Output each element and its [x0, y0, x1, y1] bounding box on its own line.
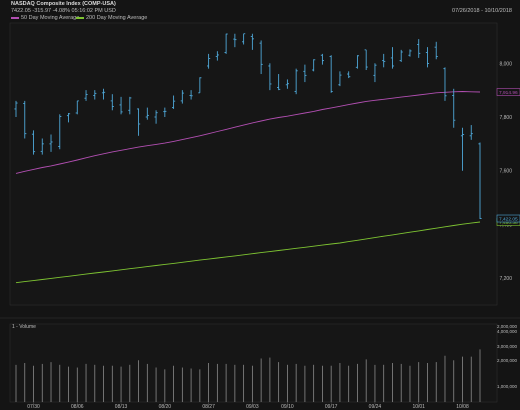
ma50-tag: 7,914.96	[499, 90, 518, 96]
y-tick-label: 7,600	[499, 169, 512, 175]
x-tick-label: 08/27	[202, 404, 215, 410]
y-tick-label: 8,000	[499, 61, 512, 67]
x-tick-label: 09/24	[369, 404, 382, 410]
volume-y-tick-label: 4,000,000	[497, 329, 518, 334]
x-tick-label: 08/20	[159, 404, 172, 410]
x-tick-label: 10/08	[456, 404, 469, 410]
y-tick-label: 7,200	[499, 276, 512, 282]
volume-panel	[9, 323, 498, 403]
x-tick-label: 08/13	[115, 404, 128, 410]
x-tick-label: 08/06	[71, 404, 84, 410]
chart-window: { "header": { "title": "NASDAQ Composite…	[0, 0, 520, 410]
x-tick-label: 09/17	[325, 404, 338, 410]
price-chart: 8,0007,8007,6007,4007,2007,914.967,480.3…	[0, 22, 520, 410]
x-tick-label: 09/03	[246, 404, 259, 410]
volume-y-tick-label: 2,000,000	[497, 358, 518, 363]
x-tick-label: 07/30	[27, 404, 40, 410]
x-tick-label: 10/01	[412, 404, 425, 410]
last-price-tag: 7,422.05	[499, 217, 518, 223]
y-tick-label: 7,800	[499, 115, 512, 121]
volume-label: 1 - Volume	[12, 324, 36, 330]
price-panel	[9, 22, 498, 306]
volume-y-tick-label: 3,000,000	[497, 344, 518, 349]
x-tick-label: 09/10	[281, 404, 294, 410]
volume-y-tick-label: 1,000,000	[497, 384, 518, 389]
